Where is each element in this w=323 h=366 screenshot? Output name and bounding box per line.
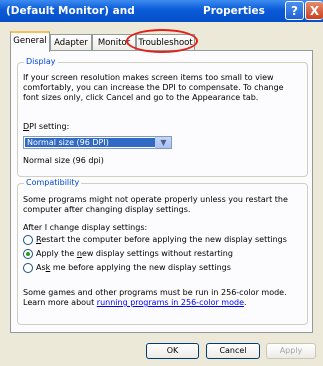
color-mode-note-line-2: Learn more about running programs in 256… — [23, 298, 247, 307]
display-group-title: Display — [24, 57, 58, 66]
tab-monitor[interactable]: Monitor — [92, 34, 136, 51]
help-icon: ? — [291, 4, 298, 18]
ask-option-label: Ask me before applying the new display s… — [36, 263, 231, 272]
display-description-line-2: comfortably, you can increase the DPI to… — [23, 83, 284, 92]
close-button[interactable]: X — [305, 1, 323, 20]
tab-adapter[interactable]: Adapter — [50, 34, 92, 51]
apply-option-label: Apply the new display settings without r… — [36, 249, 233, 258]
cancel-button[interactable]: Cancel — [206, 343, 260, 359]
ok-button[interactable]: OK — [146, 343, 199, 359]
compatibility-description-line-2: computer after changing display settings… — [23, 205, 191, 214]
tab-troubleshoot[interactable]: Troubleshoot — [136, 34, 195, 51]
256-color-mode-link[interactable]: running programs in 256-color mode — [97, 298, 244, 307]
after-change-label: After I change display settings: — [23, 223, 148, 232]
compatibility-group-title: Compatibility — [24, 178, 82, 187]
title-bar[interactable]: (Default Monitor) and Properties ? X — [0, 0, 323, 22]
compatibility-group: Compatibility Some programs might not op… — [17, 178, 308, 325]
apply-button[interactable]: Apply — [266, 343, 316, 359]
restart-option-label: Restart the computer before applying the… — [36, 235, 287, 244]
chevron-down-icon[interactable]: ▼ — [155, 137, 171, 148]
display-description-line-1: If your screen resolution makes screen i… — [23, 73, 274, 82]
dpi-setting-label: DPI setting: — [23, 122, 70, 131]
tab-general[interactable]: General — [10, 31, 50, 52]
dpi-setting-dropdown[interactable]: Normal size (96 DPI) ▼ — [23, 136, 172, 149]
radio-button[interactable] — [23, 263, 33, 273]
help-button[interactable]: ? — [285, 1, 304, 20]
dpi-status-text: Normal size (96 dpi) — [23, 156, 104, 165]
dpi-selected-value: Normal size (96 DPI) — [25, 138, 155, 147]
window-title-suffix: Properties — [203, 5, 265, 17]
general-tab-panel: Display If your screen resolution makes … — [10, 50, 313, 333]
window-title: (Default Monitor) and — [6, 5, 135, 17]
compatibility-description-line-1: Some programs might not operate properly… — [23, 195, 288, 204]
display-properties-window: (Default Monitor) and Properties ? X Gen… — [0, 0, 323, 366]
display-group: Display If your screen resolution makes … — [17, 57, 308, 177]
display-description-line-3: font sizes only, click Cancel and go to … — [23, 93, 259, 102]
radio-button-selected[interactable] — [23, 249, 33, 259]
radio-button[interactable] — [23, 235, 33, 245]
color-mode-note-line-1: Some games and other programs must be ru… — [23, 288, 287, 297]
close-icon: X — [309, 4, 320, 18]
